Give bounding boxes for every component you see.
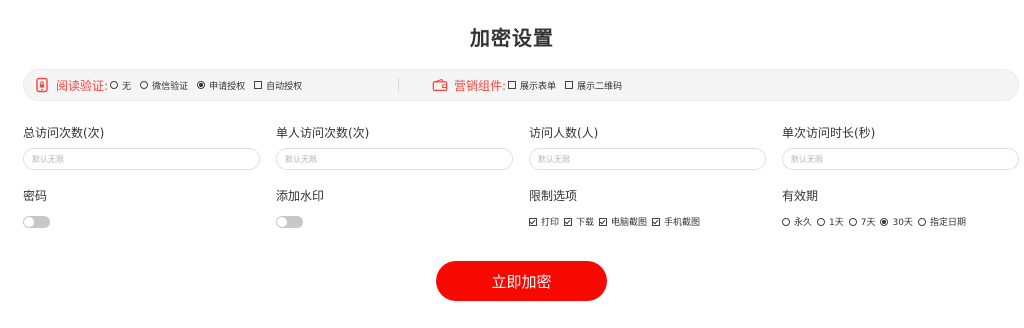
restrictions-options: 打印 下载 电脑截图 手机截图 <box>529 215 700 228</box>
read-verify-option-wechat[interactable]: 微信验证 <box>140 79 188 92</box>
watermark-label: 添加水印 <box>276 189 325 203</box>
validity-option-30days[interactable]: 30天 <box>880 215 913 228</box>
radio-icon <box>110 81 119 89</box>
validity-option-1day[interactable]: 1天 <box>817 215 844 228</box>
single-visits-label: 单人访问次数(次) <box>276 126 370 140</box>
read-verify-option-auto[interactable]: 自动授权 <box>254 79 302 92</box>
radio-selected-icon <box>880 217 889 226</box>
restrictions-label: 限制选项 <box>529 189 578 203</box>
validity-field: 有效期 永久 1天 7天 30天 指定日期 <box>782 187 966 228</box>
watermark-toggle[interactable] <box>276 216 303 228</box>
marketing-option-qrcode[interactable]: 展示二维码 <box>565 79 622 92</box>
read-verify-group: 阅读验证: 无 微信验证 申请授权 自动授权 <box>34 70 302 100</box>
validity-options: 永久 1天 7天 30天 指定日期 <box>782 215 966 228</box>
watermark-field: 添加水印 <box>276 187 325 228</box>
visitors-field: 访问人数(人) <box>529 124 766 170</box>
visitors-label: 访问人数(人) <box>529 126 599 140</box>
read-verify-label: 阅读验证: <box>56 78 109 93</box>
toggle-knob <box>24 217 34 227</box>
restriction-option-mobile-screenshot[interactable]: 手机截图 <box>652 215 700 228</box>
validity-option-7days[interactable]: 7天 <box>848 215 875 228</box>
password-label: 密码 <box>23 189 48 203</box>
options-bar: 阅读验证: 无 微信验证 申请授权 自动授权 营销组件: 展示表单 展示二维码 <box>23 69 1019 101</box>
password-field: 密码 <box>23 187 50 228</box>
encrypt-now-button[interactable]: 立即加密 <box>436 261 607 301</box>
bar-divider <box>398 78 399 92</box>
total-visits-label: 总访问次数(次) <box>23 126 105 140</box>
password-toggle[interactable] <box>23 216 50 228</box>
wallet-icon <box>432 77 448 93</box>
validity-option-forever[interactable]: 永久 <box>782 215 812 228</box>
radio-icon <box>917 217 926 226</box>
visitors-input[interactable] <box>529 148 766 170</box>
read-verify-option-none[interactable]: 无 <box>110 79 131 92</box>
checkbox-icon <box>254 81 263 89</box>
total-visits-input[interactable] <box>23 148 260 170</box>
checkbox-icon <box>508 81 517 89</box>
restriction-option-pc-screenshot[interactable]: 电脑截图 <box>599 215 647 228</box>
radio-icon <box>848 217 857 226</box>
page-title: 加密设置 <box>470 26 554 50</box>
checkbox-checked-icon <box>652 217 661 226</box>
radio-icon <box>782 217 790 226</box>
checkbox-checked-icon <box>529 217 537 226</box>
validity-option-custom-date[interactable]: 指定日期 <box>917 215 966 228</box>
restriction-option-print[interactable]: 打印 <box>529 215 559 228</box>
toggle-knob <box>277 217 287 227</box>
checkbox-checked-icon <box>599 217 608 226</box>
duration-label: 单次访问时长(秒) <box>782 126 876 140</box>
checkbox-icon <box>565 81 574 89</box>
checkbox-checked-icon <box>564 217 573 226</box>
radio-icon <box>817 217 826 226</box>
duration-input[interactable] <box>782 148 1019 170</box>
radio-selected-icon <box>197 81 206 89</box>
radio-icon <box>140 81 149 89</box>
restrictions-field: 限制选项 打印 下载 电脑截图 手机截图 <box>529 187 700 228</box>
marketing-option-form[interactable]: 展示表单 <box>508 79 556 92</box>
duration-field: 单次访问时长(秒) <box>782 124 1019 170</box>
marketing-label: 营销组件: <box>454 78 507 93</box>
marketing-group: 营销组件: 展示表单 展示二维码 <box>432 70 622 100</box>
single-visits-input[interactable] <box>276 148 513 170</box>
single-visits-field: 单人访问次数(次) <box>276 124 513 170</box>
read-verify-option-apply[interactable]: 申请授权 <box>197 79 245 92</box>
total-visits-field: 总访问次数(次) <box>23 124 260 170</box>
restriction-option-download[interactable]: 下载 <box>564 215 594 228</box>
phone-lock-icon <box>34 77 50 93</box>
validity-label: 有效期 <box>782 189 819 203</box>
